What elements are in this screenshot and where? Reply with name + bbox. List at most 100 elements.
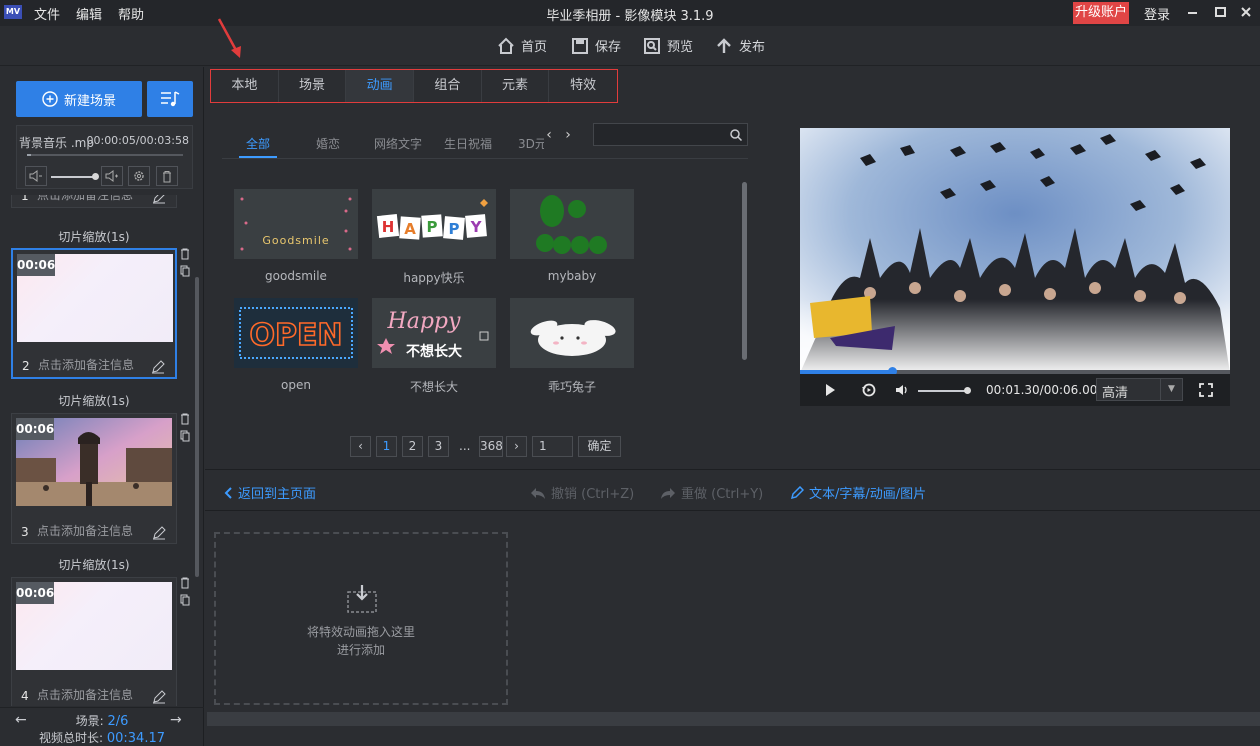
subtab-web-text[interactable]: 网络文字: [374, 135, 422, 152]
replay-icon[interactable]: [861, 382, 877, 398]
scene-transition-caption: 切片缩放(1s): [58, 230, 130, 244]
scene-card-2[interactable]: 00:06 2 点击添加备注信息: [11, 248, 177, 379]
login-link[interactable]: 登录: [1144, 4, 1170, 23]
animation-library: 本地 场景 动画 组合 元素 特效 全部 婚恋 网络文字 生日祝福 3D元 ‹ …: [205, 67, 765, 468]
save-button[interactable]: 保存: [571, 36, 621, 55]
edit-icon[interactable]: [152, 690, 166, 704]
animation-thumb-happy[interactable]: H A P P Y: [372, 189, 496, 259]
new-scene-button[interactable]: 新建场景: [16, 81, 142, 117]
scene-card-1[interactable]: 1 点击添加备注信息: [11, 195, 177, 208]
menu-edit[interactable]: 编辑: [76, 4, 102, 23]
scene-number: 3: [21, 525, 29, 539]
fullscreen-icon[interactable]: [1198, 382, 1214, 398]
music-volume-knob[interactable]: [92, 173, 99, 180]
annotation-arrow-icon: [217, 18, 241, 58]
page-next-button[interactable]: ›: [506, 436, 527, 457]
page-last-button[interactable]: 368: [479, 436, 503, 457]
music-volume-track[interactable]: [51, 176, 95, 178]
subtab-prev-icon[interactable]: ‹: [541, 125, 557, 145]
animation-thumb-rabbit[interactable]: [510, 298, 634, 368]
volume-knob[interactable]: [964, 387, 971, 394]
volume-down-icon[interactable]: [25, 166, 47, 186]
quality-select[interactable]: 高清 ▼: [1096, 378, 1183, 401]
copy-icon[interactable]: [180, 594, 190, 606]
volume-slider[interactable]: [918, 390, 968, 392]
search-icon[interactable]: [729, 128, 743, 142]
menu-file[interactable]: 文件: [34, 4, 60, 23]
edit-icon[interactable]: [152, 526, 166, 540]
volume-up-icon[interactable]: [101, 166, 123, 186]
animation-grid-scrollbar[interactable]: [742, 182, 747, 360]
timeline-scrollbar[interactable]: [207, 712, 1260, 726]
tab-scene[interactable]: 场景: [279, 70, 347, 102]
subtab-birthday[interactable]: 生日祝福: [444, 135, 492, 152]
menu-help[interactable]: 帮助: [118, 4, 144, 23]
close-icon[interactable]: [1238, 4, 1254, 20]
chevron-down-icon[interactable]: ▼: [1160, 379, 1182, 400]
page-2-button[interactable]: 2: [402, 436, 423, 457]
undo-button[interactable]: 撤销 (Ctrl+Z): [530, 483, 634, 502]
scene-note[interactable]: 点击添加备注信息: [37, 522, 133, 539]
page-jump-input[interactable]: 1: [532, 436, 573, 457]
scene-note[interactable]: 点击添加备注信息: [37, 686, 133, 703]
search-input[interactable]: [594, 124, 724, 145]
search-input-box[interactable]: [593, 123, 748, 146]
tab-effect[interactable]: 特效: [549, 70, 617, 102]
page-3-button[interactable]: 3: [428, 436, 449, 457]
publish-button[interactable]: 发布: [715, 36, 765, 55]
page-1-button[interactable]: 1: [376, 436, 397, 457]
video-preview[interactable]: [800, 128, 1230, 373]
tab-combo[interactable]: 组合: [414, 70, 482, 102]
upgrade-account-button[interactable]: 升级账户: [1073, 2, 1129, 24]
scene-card-3[interactable]: 00:06 3 点击添加备注信息: [11, 413, 177, 544]
preview-button[interactable]: 预览: [643, 36, 693, 55]
scene-thumbnail: 00:06: [16, 582, 172, 670]
animation-label: 不想长大: [409, 380, 458, 394]
copy-icon[interactable]: [180, 430, 190, 442]
subtab-next-icon[interactable]: ›: [560, 125, 576, 145]
drop-zone[interactable]: 将特效动画拖入这里 进行添加: [214, 532, 508, 705]
page-prev-button[interactable]: ‹: [350, 436, 371, 457]
text-subtitle-animation-image-button[interactable]: 文本/字幕/动画/图片: [790, 483, 926, 502]
home-button[interactable]: 首页: [497, 36, 547, 55]
delete-icon[interactable]: [180, 413, 190, 425]
undo-icon: [531, 487, 545, 499]
save-icon: [572, 37, 588, 54]
redo-button[interactable]: 重做 (Ctrl+Y): [660, 483, 763, 502]
maximize-icon[interactable]: [1212, 4, 1228, 20]
animation-thumb-mybaby[interactable]: [510, 189, 634, 259]
play-icon[interactable]: [822, 382, 838, 398]
tab-element[interactable]: 元素: [482, 70, 550, 102]
tab-local[interactable]: 本地: [211, 70, 279, 102]
copy-icon[interactable]: [180, 265, 190, 277]
volume-icon[interactable]: [894, 382, 910, 398]
music-progress[interactable]: [27, 154, 183, 156]
minimize-icon[interactable]: [1184, 4, 1200, 20]
scene-thumbnail: 00:06: [17, 254, 173, 342]
scene-thumbnail: 00:06: [16, 418, 172, 506]
animation-thumb-open[interactable]: OPEN: [234, 298, 358, 368]
scene-number: 4: [21, 689, 29, 703]
scene-note[interactable]: 点击添加备注信息: [38, 356, 134, 373]
scene-note[interactable]: 点击添加备注信息: [37, 195, 133, 203]
tab-animation[interactable]: 动画: [346, 70, 415, 102]
back-to-main-button[interactable]: 返回到主页面: [223, 483, 316, 502]
music-delete-icon[interactable]: [156, 166, 178, 186]
music-settings-icon[interactable]: [128, 166, 150, 186]
subtab-all[interactable]: 全部: [246, 135, 270, 152]
page-confirm-button[interactable]: 确定: [578, 436, 621, 457]
music-list-button[interactable]: [147, 81, 193, 117]
delete-icon[interactable]: [180, 248, 190, 260]
scene-counter: 场景: 2/6: [0, 712, 204, 729]
animation-thumb-goodsmile[interactable]: Goodsmile: [234, 189, 358, 259]
scene-card-4[interactable]: 00:06 4 点击添加备注信息: [11, 577, 177, 706]
drag-in-icon: [347, 585, 377, 613]
subtab-wedding[interactable]: 婚恋: [316, 135, 340, 152]
scene-list-scrollbar[interactable]: [195, 277, 199, 577]
edit-icon[interactable]: [152, 195, 166, 204]
delete-icon[interactable]: [180, 577, 190, 589]
scene-number: 2: [22, 359, 30, 373]
animation-thumb-dont-grow-up[interactable]: Happy 不想长大: [372, 298, 496, 368]
home-label: 首页: [521, 40, 548, 55]
edit-icon[interactable]: [151, 360, 165, 374]
